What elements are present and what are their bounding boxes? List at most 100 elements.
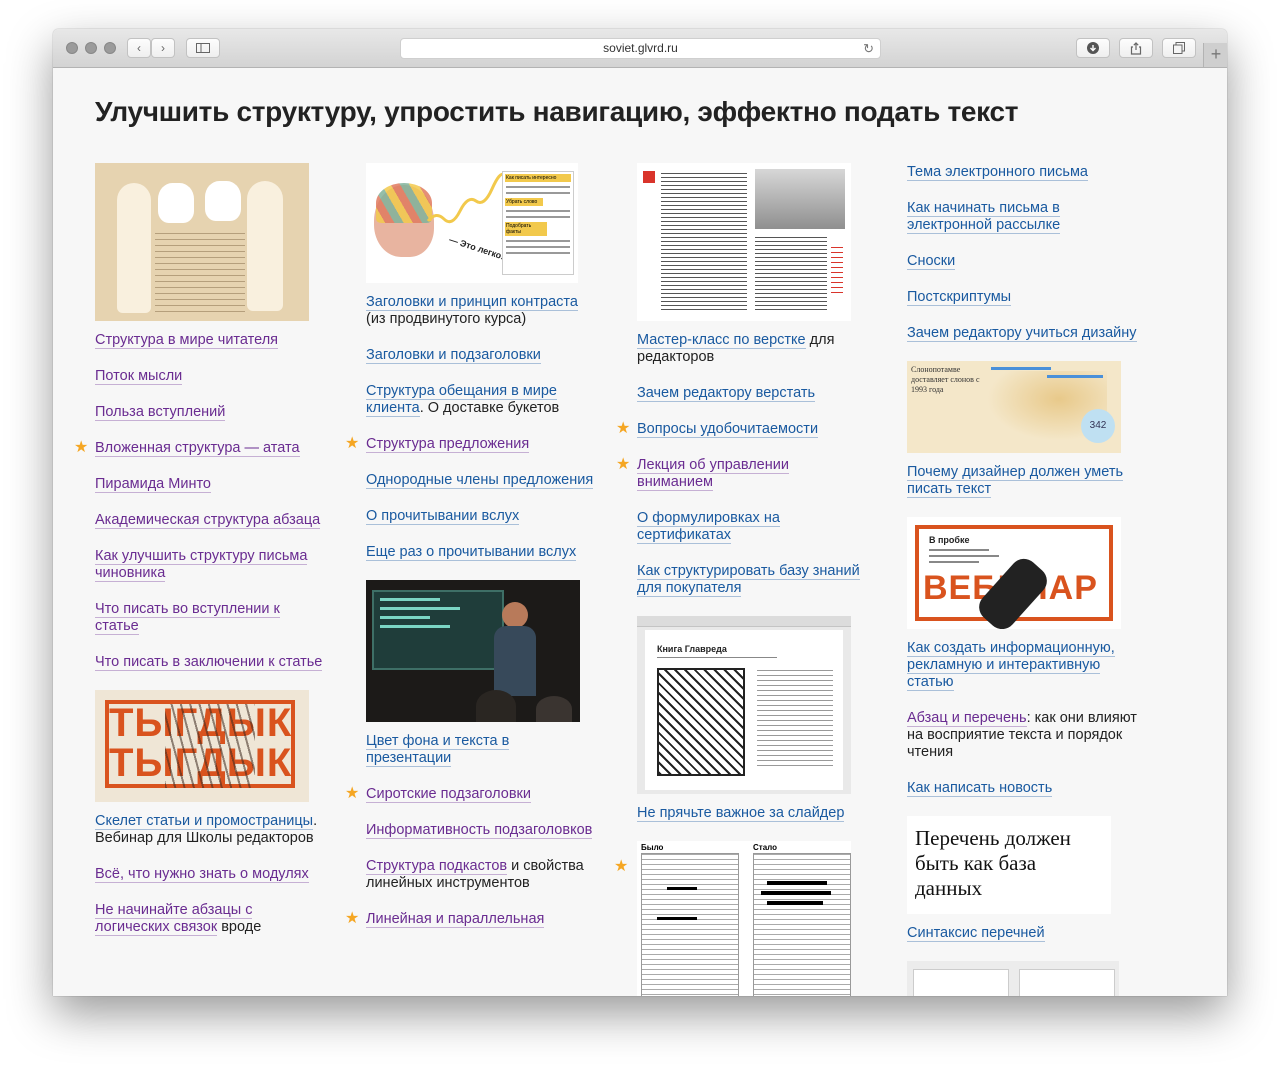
article-link[interactable]: Информативность подзаголовков (366, 822, 593, 839)
article-link[interactable]: Мастер-класс по верстке (637, 332, 806, 349)
item-note: . О доставке букетов (419, 400, 560, 416)
webinar-thumbnail[interactable]: В пробке ВЕБИНАР (907, 517, 1121, 629)
article-link[interactable]: Польза вступлений (95, 404, 226, 421)
layout-spread-thumbnail[interactable] (637, 163, 851, 321)
tygdyk-thumbnail[interactable]: ТЫГДЫК ТЫГДЫК (95, 690, 309, 802)
tabs-button[interactable] (1162, 38, 1196, 58)
quote-text: Перечень должен быть как база данных (915, 826, 1071, 900)
reload-icon[interactable]: ↻ (863, 39, 874, 58)
list-item: Пирамида Минто (95, 476, 325, 493)
article-link[interactable]: Зачем редактору верстать (637, 385, 816, 402)
presentation-photo-thumbnail[interactable] (366, 580, 580, 722)
article-link[interactable]: Как создать информационную, рекламную и … (907, 640, 1115, 691)
share-button[interactable] (1119, 38, 1153, 58)
list-item: Сноски (907, 253, 1137, 270)
star-icon: ★ (345, 785, 360, 802)
article-link[interactable]: Сноски (907, 253, 956, 270)
article-link[interactable]: Заголовки и подзаголовки (366, 347, 541, 364)
article-link[interactable]: Синтаксис перечней (907, 925, 1045, 942)
article-link[interactable]: Пирамида Минто (95, 476, 211, 493)
phrenology-thumbnail[interactable]: — Это легко! Как писать интересно Убрать… (366, 163, 578, 283)
list-item: Заголовки и принцип контраста (из продви… (366, 294, 596, 328)
list-item: Польза вступлений (95, 404, 325, 421)
article-link[interactable]: О прочитывании вслух (366, 508, 520, 525)
screenshots-thumbnail[interactable] (907, 961, 1119, 996)
article-link[interactable]: Линейная и параллельная (366, 911, 545, 928)
list-item: О формулировках на сертификатах (637, 510, 867, 544)
slider-book-thumbnail[interactable]: Книга Главреда (637, 616, 851, 794)
downloads-button[interactable] (1076, 38, 1110, 58)
article-link[interactable]: Структура подкастов (366, 858, 508, 875)
minimize-window-button[interactable] (85, 42, 97, 54)
column-1: Структура в мире читателя Поток мысли По… (74, 163, 325, 955)
list-item: Почему дизайнер должен уметь писать текс… (907, 464, 1137, 498)
list-item: Структура в мире читателя (95, 332, 325, 349)
article-link[interactable]: Структура предложения (366, 436, 530, 453)
list-item: Цвет фона и текста в презентации (366, 733, 596, 767)
address-bar[interactable]: soviet.glvrd.ru ↻ (400, 38, 881, 59)
list-item: Как создать информационную, рекламную и … (907, 640, 1137, 691)
new-tab-plus-icon[interactable]: + (1203, 43, 1227, 67)
list-item: Абзац и перечень: как они влияют на восп… (907, 710, 1137, 761)
article-link[interactable]: Тема электронного письма (907, 164, 1088, 181)
share-icon (1130, 41, 1142, 55)
count-badge: 342 (1081, 409, 1115, 443)
list-item: ★ Вложенная структура — атата (74, 439, 325, 457)
article-link[interactable]: Скелет статьи и промостраницы (95, 813, 314, 830)
skeleton-chart-thumbnail[interactable] (95, 163, 309, 321)
list-item: Синтаксис перечней (907, 925, 1137, 942)
sidebar-button[interactable] (186, 38, 220, 58)
list-item: ★ Линейная и параллельная (345, 910, 596, 928)
tabs-icon (1173, 42, 1185, 54)
article-link[interactable]: Поток мысли (95, 368, 183, 385)
article-link[interactable]: Структура в мире читателя (95, 332, 279, 349)
list-item: Как структурировать базу знаний для поку… (637, 563, 867, 597)
article-link[interactable]: Постскриптумы (907, 289, 1012, 306)
wavy-line-icon (426, 172, 506, 224)
column-2: — Это легко! Как писать интересно Убрать… (345, 163, 596, 947)
article-link[interactable]: Всё, что нужно знать о модулях (95, 866, 309, 883)
article-link[interactable]: Лекция об управлении вниманием (637, 457, 789, 491)
close-window-button[interactable] (66, 42, 78, 54)
article-link[interactable]: Однородные члены предложения (366, 472, 594, 489)
article-link[interactable]: Вложенная структура — атата (95, 440, 300, 457)
article-link[interactable]: Абзац и перечень (907, 710, 1027, 727)
before-after-thumbnail[interactable]: Было Стало (637, 841, 851, 996)
chevron-left-icon: ‹ (137, 41, 141, 55)
article-link[interactable]: Что писать во вступлении к статье (95, 601, 280, 635)
back-button[interactable]: ‹ (127, 38, 151, 58)
article-link[interactable]: Почему дизайнер должен уметь писать текс… (907, 464, 1124, 498)
article-link[interactable]: О формулировках на сертификатах (637, 510, 780, 544)
list-item: Как начинать письма в электронной рассыл… (907, 200, 1137, 234)
after-label: Стало (753, 843, 778, 852)
zoom-window-button[interactable] (104, 42, 116, 54)
article-link[interactable]: Цвет фона и текста в презентации (366, 733, 510, 767)
column-4: Тема электронного письма Как начинать пи… (907, 164, 1137, 996)
item-note: (из продвинутого курса) (366, 311, 527, 327)
list-item: Тема электронного письма (907, 164, 1137, 181)
forward-button[interactable]: › (151, 38, 175, 58)
article-link[interactable]: Как улучшить структуру письма чиновника (95, 548, 308, 582)
quote-thumbnail[interactable]: Перечень должен быть как база данных (907, 816, 1111, 914)
article-link[interactable]: Что писать в заключении к статье (95, 654, 323, 671)
list-item: Поток мысли (95, 368, 325, 385)
list-item: Еще раз о прочитывании вслух (366, 544, 596, 561)
article-link[interactable]: Академическая структура абзаца (95, 512, 321, 529)
article-link[interactable]: Еще раз о прочитывании вслух (366, 544, 577, 561)
article-link[interactable]: Не прячьте важное за слайдер (637, 805, 845, 822)
elephant-map-thumbnail[interactable]: Слонопотамве доставляет слонов с 1993 го… (907, 361, 1121, 453)
article-link[interactable]: Зачем редактору учиться дизайну (907, 325, 1137, 342)
webinar-label: В пробке (929, 535, 970, 545)
article-link[interactable]: Как начинать письма в электронной рассыл… (907, 200, 1061, 234)
list-item: Всё, что нужно знать о модулях (95, 866, 325, 883)
article-link[interactable]: Как написать новость (907, 780, 1053, 797)
article-link[interactable]: Сиротские подзаголовки (366, 786, 531, 803)
before-label: Было (641, 843, 664, 852)
list-item: О прочитывании вслух (366, 508, 596, 525)
article-link[interactable]: Как структурировать базу знаний для поку… (637, 563, 860, 597)
thumbnail-caption: — Это легко! (447, 234, 506, 262)
list-item: Не прячьте важное за слайдер (637, 805, 867, 822)
download-icon (1087, 42, 1099, 54)
article-link[interactable]: Заголовки и принцип контраста (366, 294, 578, 311)
article-link[interactable]: Вопросы удобочитаемости (637, 421, 819, 438)
